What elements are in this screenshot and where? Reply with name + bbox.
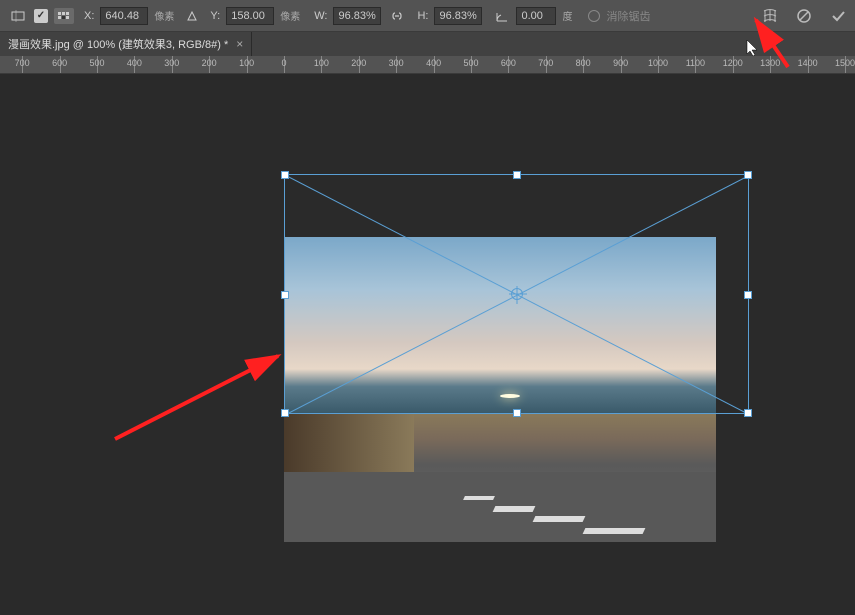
document-tab-bar: 漫画效果.jpg @ 100% (建筑效果3, RGB/8#) * × (0, 32, 855, 56)
ruler-label: 300 (164, 58, 179, 68)
delta-icon[interactable] (184, 8, 200, 24)
angle-icon (494, 8, 510, 24)
warp-mode-icon[interactable] (761, 7, 779, 25)
ruler-label: 100 (239, 58, 254, 68)
ruler-label: 200 (202, 58, 217, 68)
reference-point-icon[interactable] (54, 8, 74, 24)
w-input[interactable] (333, 7, 381, 25)
canvas-area[interactable] (0, 74, 855, 615)
ruler-label: 400 (426, 58, 441, 68)
handle-top-right[interactable] (744, 171, 752, 179)
annotation-arrow-left (110, 344, 290, 444)
h-label: H: (417, 10, 428, 22)
horizontal-ruler: 8007006005004003002001000100200300400500… (0, 56, 855, 74)
handle-mid-right[interactable] (744, 291, 752, 299)
ruler-label: 0 (281, 58, 286, 68)
ruler-label: 1300 (760, 58, 780, 68)
anti-alias-radio[interactable] (588, 10, 600, 22)
street-layer (284, 413, 716, 542)
angle-input[interactable] (516, 7, 556, 25)
ruler-label: 300 (389, 58, 404, 68)
tab-filename: 漫画效果.jpg @ 100% (建筑效果3, RGB/8#) * (8, 36, 228, 52)
handle-top-left[interactable] (281, 171, 289, 179)
w-label: W: (314, 10, 327, 22)
transform-tool-icon (8, 6, 28, 26)
y-unit: 像素 (280, 8, 300, 23)
h-input[interactable] (434, 7, 482, 25)
ruler-label: 800 (576, 58, 591, 68)
x-unit: 像素 (154, 8, 174, 23)
ruler-label: 400 (127, 58, 142, 68)
handle-bot-left[interactable] (281, 409, 289, 417)
ruler-label: 1000 (648, 58, 668, 68)
document-tab[interactable]: 漫画效果.jpg @ 100% (建筑效果3, RGB/8#) * × (0, 32, 252, 56)
tab-close-icon[interactable]: × (236, 37, 243, 51)
x-input[interactable] (100, 7, 148, 25)
ruler-label: 1400 (798, 58, 818, 68)
anti-alias-label: 消除锯齿 (606, 8, 650, 24)
handle-bot-mid[interactable] (513, 409, 521, 417)
angle-unit: 度 (562, 8, 572, 23)
ruler-label: 100 (314, 58, 329, 68)
cancel-icon[interactable] (795, 7, 813, 25)
y-label: Y: (210, 10, 220, 22)
handle-mid-left[interactable] (281, 291, 289, 299)
image-content (284, 237, 716, 542)
sky-layer (284, 237, 716, 413)
y-input[interactable] (226, 7, 274, 25)
ruler-label: 200 (351, 58, 366, 68)
options-bar: ✓ X: 像素 Y: 像素 W: H: 度 消除锯齿 (0, 0, 855, 32)
auto-select-checkbox[interactable]: ✓ (34, 9, 48, 23)
ruler-label: 1100 (686, 58, 705, 68)
ruler-label: 600 (52, 58, 67, 68)
ruler-label: 900 (613, 58, 628, 68)
commit-icon[interactable] (829, 7, 847, 25)
ruler-label: 1500 (835, 58, 855, 68)
ruler-label: 700 (538, 58, 553, 68)
ruler-label: 500 (89, 58, 104, 68)
ruler-label: 700 (15, 58, 30, 68)
handle-top-mid[interactable] (513, 171, 521, 179)
ruler-label: 600 (501, 58, 516, 68)
ruler-label: 500 (463, 58, 478, 68)
handle-bot-right[interactable] (744, 409, 752, 417)
ruler-label: 1200 (723, 58, 743, 68)
link-icon[interactable] (387, 7, 407, 25)
x-label: X: (84, 10, 94, 22)
